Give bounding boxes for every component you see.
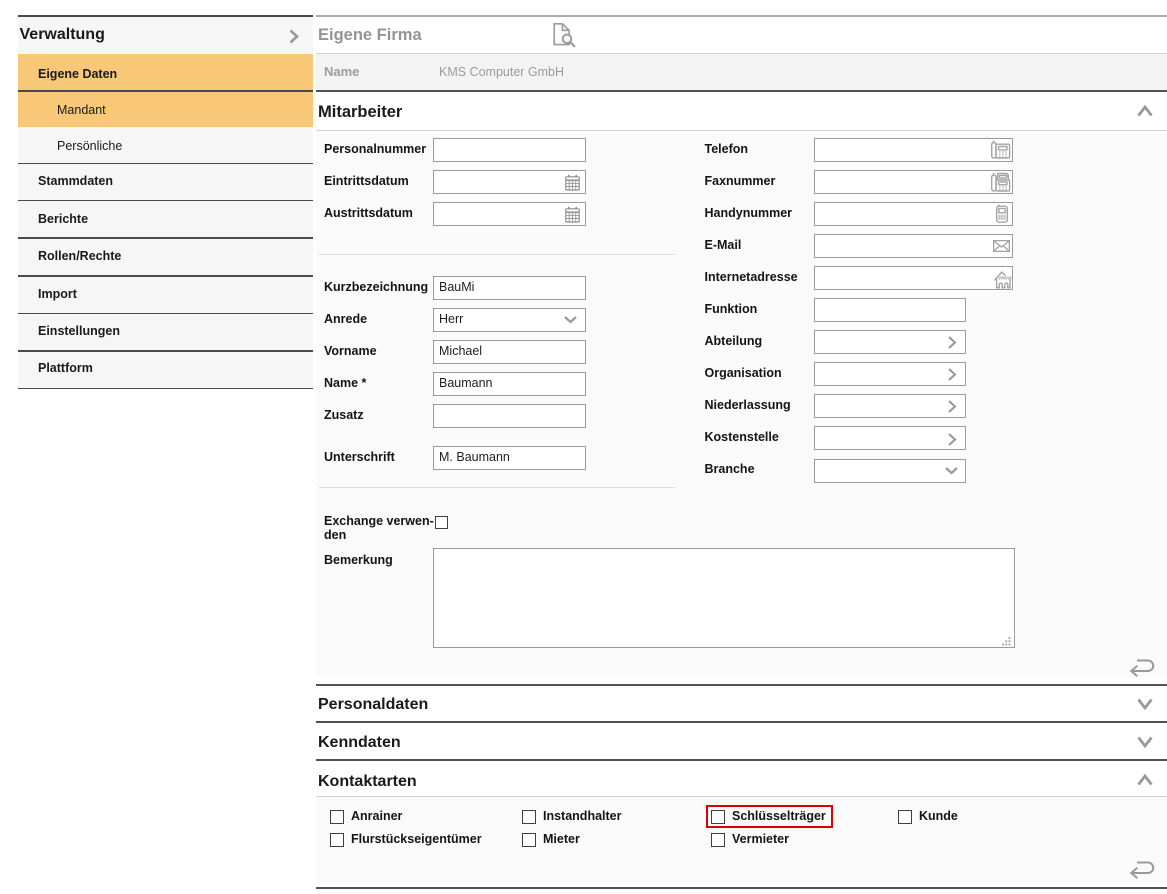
svg-text:www: www [998, 275, 1012, 281]
